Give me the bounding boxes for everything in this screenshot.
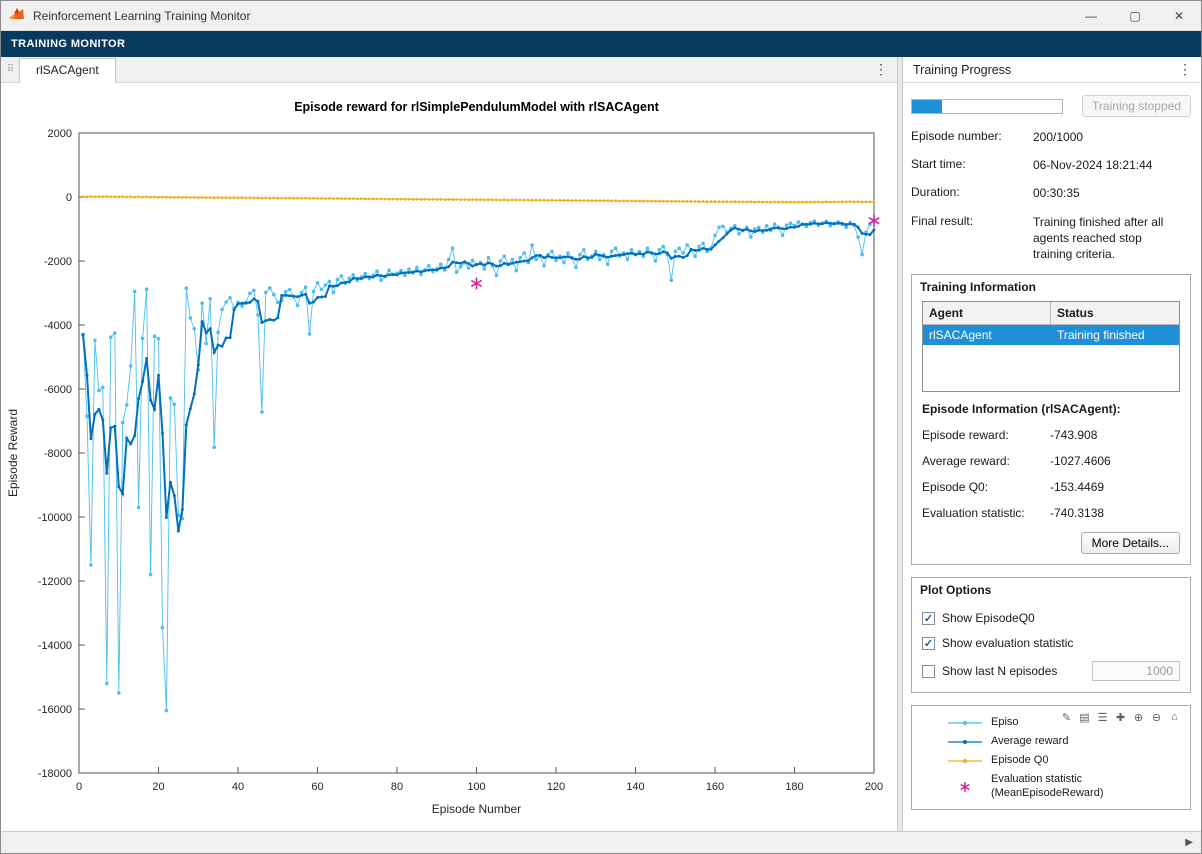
legend-line-average-reward xyxy=(946,735,984,749)
legend-asterisk-icon xyxy=(946,779,984,795)
svg-text:-18000: -18000 xyxy=(38,768,72,780)
panel-options-menu-icon[interactable]: ⋮ xyxy=(1178,61,1192,78)
tab-training-monitor[interactable]: TRAINING MONITOR xyxy=(11,38,125,50)
expand-statusbar-icon[interactable]: ▶ xyxy=(1185,837,1193,848)
legend-entry-average-reward: Average reward xyxy=(946,732,1190,751)
window-controls: — ▢ ✕ xyxy=(1069,1,1201,30)
stat-episode-q0: Episode Q0: -153.4469 xyxy=(922,480,1180,494)
checkbox-show-episodeq0[interactable]: Show EpisodeQ0 xyxy=(922,611,1180,625)
tab-options-menu-icon[interactable]: ⋮ xyxy=(874,61,888,78)
svg-text:140: 140 xyxy=(626,781,644,793)
training-information-box: Training Information Agent Status rlSACA… xyxy=(911,274,1191,565)
field-episode-number: Episode number: 200/1000 xyxy=(911,129,1191,145)
svg-text:Episode Reward: Episode Reward xyxy=(6,409,20,497)
stat-episode-reward: Episode reward: -743.908 xyxy=(922,428,1180,442)
svg-text:-14000: -14000 xyxy=(38,640,72,652)
datatips-icon[interactable]: ☰ xyxy=(1095,709,1110,725)
matlab-logo-icon xyxy=(9,7,26,24)
svg-text:-10000: -10000 xyxy=(38,512,72,524)
tab-rlsacagent[interactable]: rlSACAgent xyxy=(19,58,116,83)
svg-text:100: 100 xyxy=(467,781,485,793)
svg-text:120: 120 xyxy=(547,781,565,793)
svg-text:Episode Number: Episode Number xyxy=(432,802,521,816)
field-start-time: Start time: 06-Nov-2024 18:21:44 xyxy=(911,157,1191,173)
agents-table-header: Agent Status xyxy=(923,302,1179,325)
svg-text:-4000: -4000 xyxy=(44,320,72,332)
training-stopped-button[interactable]: Training stopped xyxy=(1082,95,1191,117)
svg-text:-12000: -12000 xyxy=(38,576,72,588)
legend-entry-evaluation-statistic: Evaluation statistic (MeanEpisodeReward) xyxy=(946,773,1190,801)
edit-plot-icon[interactable]: ✎ xyxy=(1059,709,1074,725)
reward-chart-area: 0 20 40 60 80 100 120 140 160 180 200 2000 0 -2000 -40… xyxy=(1,83,897,831)
svg-text:60: 60 xyxy=(311,781,323,793)
restore-view-icon[interactable]: ⌂ xyxy=(1167,709,1182,725)
training-progress-title: Training Progress xyxy=(913,63,1011,77)
svg-text:-2000: -2000 xyxy=(44,256,72,268)
checkbox-icon[interactable] xyxy=(922,612,935,625)
svg-text:2000: 2000 xyxy=(48,128,72,140)
titlebar: Reinforcement Learning Training Monitor … xyxy=(1,1,1201,31)
axes-toolbar: ✎▤☰✚⊕⊖⌂ xyxy=(1059,709,1182,725)
legend-line-episode-reward xyxy=(946,716,984,730)
svg-text:40: 40 xyxy=(232,781,244,793)
more-details-button[interactable]: More Details... xyxy=(1081,532,1180,554)
last-n-episodes-input[interactable] xyxy=(1092,661,1180,681)
panel-drag-handle-icon[interactable]: ⠿ xyxy=(1,64,19,75)
checkbox-show-evaluation-statistic[interactable]: Show evaluation statistic xyxy=(922,636,1180,650)
legend-line-episode-q0 xyxy=(946,754,984,768)
svg-text:0: 0 xyxy=(76,781,82,793)
svg-text:Episode reward for rlSimplePen: Episode reward for rlSimplePendulumModel… xyxy=(294,100,659,114)
reward-plot: 0 20 40 60 80 100 120 140 160 180 200 2000 0 -2000 -40… xyxy=(1,83,894,831)
progress-row: Training stopped xyxy=(911,95,1191,117)
tab-label: rlSACAgent xyxy=(36,63,99,77)
main-content: ⠿ rlSACAgent ⋮ 0 20 40 60 80 100 120 140 160 180 2… xyxy=(1,57,1201,831)
agents-table: Agent Status rlSACAgent Training finishe… xyxy=(922,301,1180,392)
statusbar: ▶ xyxy=(1,831,1201,853)
zoom-in-icon[interactable]: ⊕ xyxy=(1131,709,1146,725)
legend-box: ✎▤☰✚⊕⊖⌂ Episo Average reward Episode Q0 xyxy=(911,705,1191,810)
progress-bar-fill xyxy=(912,100,942,113)
training-information-title: Training Information xyxy=(912,275,1190,297)
legend-entry-episode-q0: Episode Q0 xyxy=(946,751,1190,770)
zoom-out-icon[interactable]: ⊖ xyxy=(1149,709,1164,725)
svg-text:200: 200 xyxy=(865,781,883,793)
checkbox-icon[interactable] xyxy=(922,637,935,650)
svg-text:160: 160 xyxy=(706,781,724,793)
chart-panel: ⠿ rlSACAgent ⋮ 0 20 40 60 80 100 120 140 160 180 2… xyxy=(1,57,898,831)
plot-options-box: Plot Options Show EpisodeQ0 Show evaluat… xyxy=(911,577,1191,693)
episode-information-title: Episode Information (rlSACAgent): xyxy=(922,402,1180,416)
app-window: Reinforcement Learning Training Monitor … xyxy=(0,0,1202,854)
progress-bar xyxy=(911,99,1063,114)
plot-options-title: Plot Options xyxy=(912,578,1190,600)
minimize-button[interactable]: — xyxy=(1069,1,1113,30)
table-empty-area xyxy=(923,345,1179,391)
pan-icon[interactable]: ✚ xyxy=(1113,709,1128,725)
field-duration: Duration: 00:30:35 xyxy=(911,185,1191,201)
close-button[interactable]: ✕ xyxy=(1157,1,1201,30)
checkbox-show-last-n-episodes[interactable]: Show last N episodes xyxy=(922,661,1180,681)
checkbox-icon[interactable] xyxy=(922,665,935,678)
field-final-result: Final result: Training finished after al… xyxy=(911,214,1191,263)
training-progress-panel: Training Progress ⋮ Training stopped Epi… xyxy=(902,57,1201,831)
svg-text:20: 20 xyxy=(152,781,164,793)
training-progress-header: Training Progress ⋮ xyxy=(903,57,1201,83)
svg-text:-16000: -16000 xyxy=(38,704,72,716)
window-title: Reinforcement Learning Training Monitor xyxy=(33,9,250,23)
maximize-button[interactable]: ▢ xyxy=(1113,1,1157,30)
svg-text:0: 0 xyxy=(66,192,72,204)
toolstrip: TRAINING MONITOR xyxy=(1,31,1201,57)
svg-text:180: 180 xyxy=(785,781,803,793)
stat-evaluation-statistic: Evaluation statistic: -740.3138 xyxy=(922,506,1180,520)
svg-text:-8000: -8000 xyxy=(44,448,72,460)
copy-icon[interactable]: ▤ xyxy=(1077,709,1092,725)
svg-text:-6000: -6000 xyxy=(44,384,72,396)
document-tabstrip: ⠿ rlSACAgent ⋮ xyxy=(1,57,897,83)
svg-text:80: 80 xyxy=(391,781,403,793)
stat-average-reward: Average reward: -1027.4606 xyxy=(922,454,1180,468)
table-row[interactable]: rlSACAgent Training finished xyxy=(923,325,1179,345)
training-progress-body: Training stopped Episode number: 200/100… xyxy=(903,83,1201,831)
